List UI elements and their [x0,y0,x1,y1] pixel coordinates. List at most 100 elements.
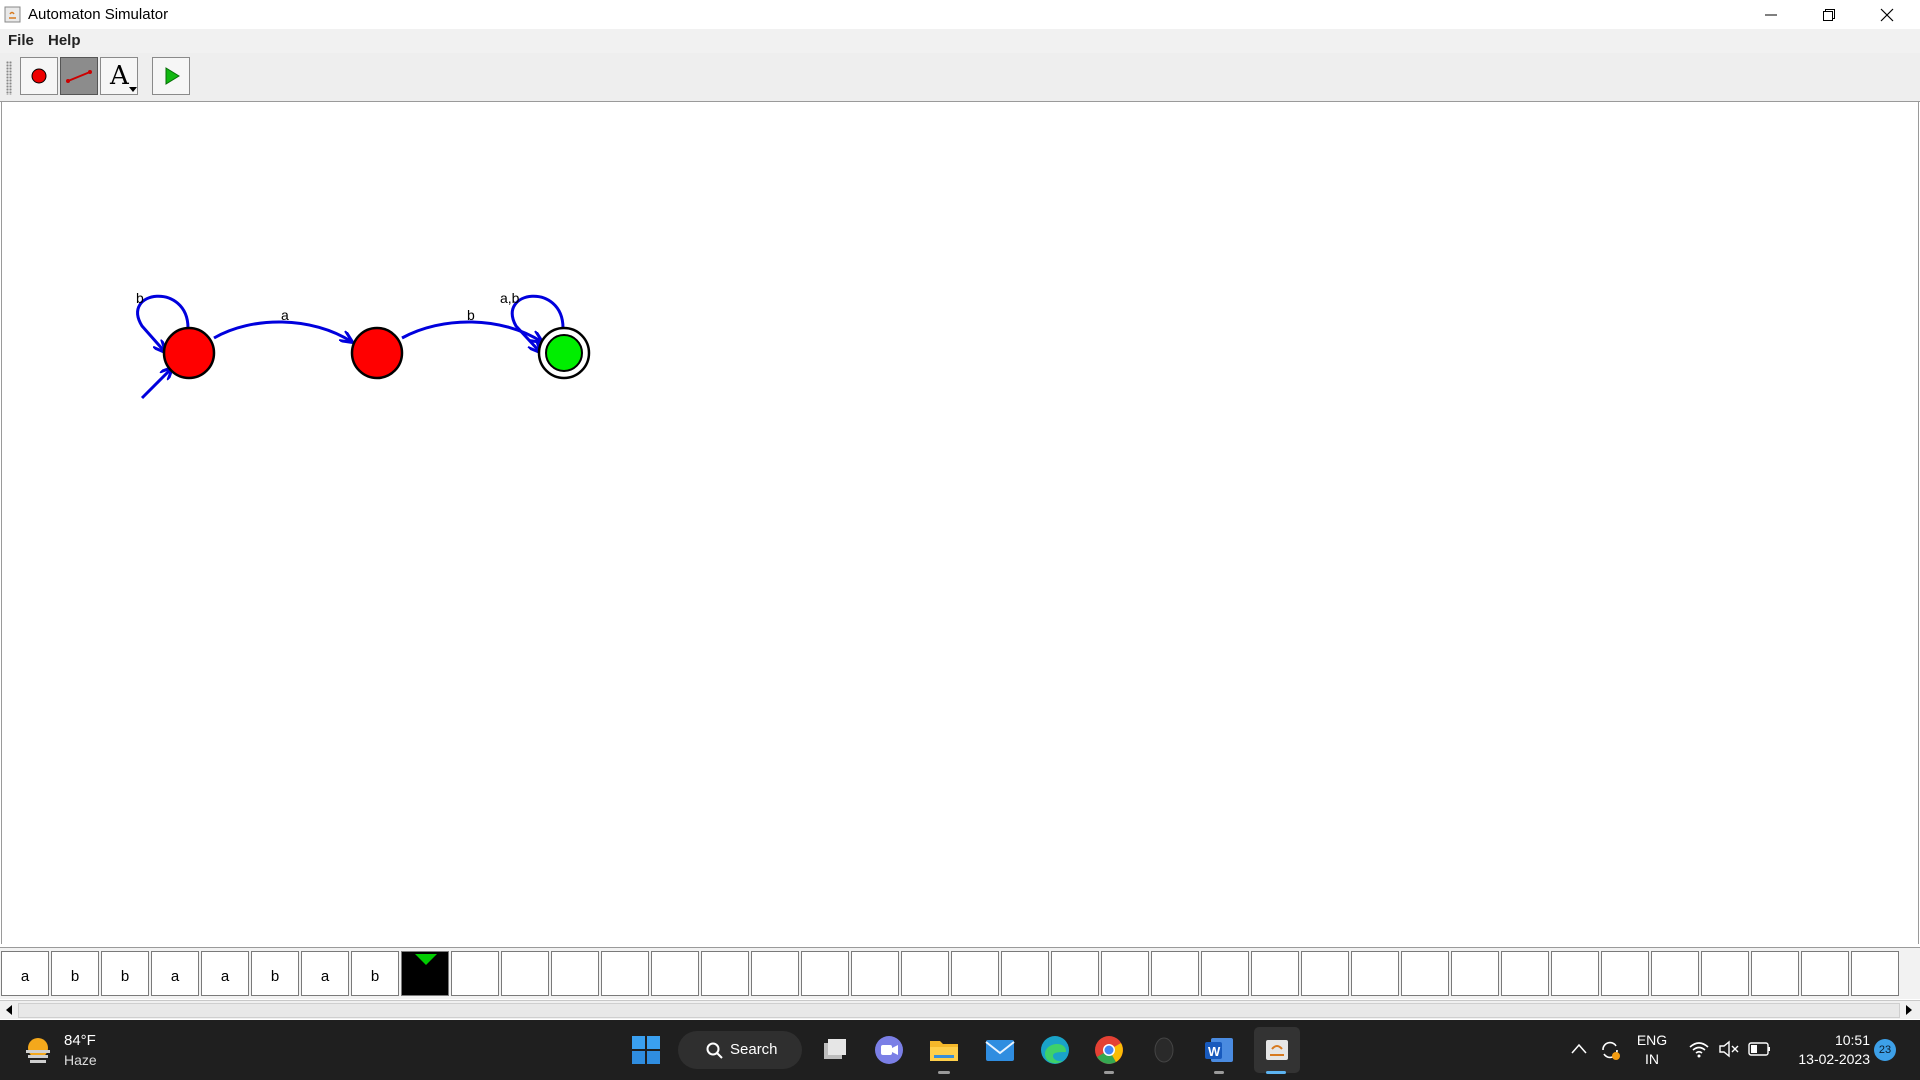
edge-browser-icon[interactable] [1035,1030,1075,1070]
menu-help[interactable]: Help [48,32,81,49]
volume-muted-icon[interactable] [1718,1040,1740,1058]
teams-chat-icon[interactable] [869,1030,909,1070]
alien-app-icon[interactable] [1144,1030,1184,1070]
tape-cell[interactable] [851,951,899,996]
automaton-canvas[interactable]: b a b a,b [1,102,1919,944]
windows-start-icon[interactable] [626,1030,666,1070]
tape-cell[interactable]: b [351,951,399,996]
toolbar-grip[interactable] [6,61,12,95]
tape-cell[interactable] [1151,951,1199,996]
scroll-right-button[interactable] [1900,1001,1918,1019]
tape-cell[interactable] [601,951,649,996]
java-icon [1266,1040,1288,1060]
active-app-indicator [1266,1071,1286,1074]
tape-cell[interactable] [501,951,549,996]
run-icon [165,67,180,85]
clock-date[interactable]: 13-02-2023 [1786,1051,1870,1067]
tape-cell[interactable] [1401,951,1449,996]
tape-cell[interactable] [1551,951,1599,996]
transition-q0-q1[interactable] [213,320,352,342]
weather-temperature[interactable]: 84°F [64,1032,96,1049]
tape-cell[interactable] [751,951,799,996]
mail-icon[interactable] [980,1030,1020,1070]
taskbar-search[interactable]: Search [678,1031,802,1069]
transition-label-q1-q2: b [467,307,475,323]
weather-haze-icon[interactable] [22,1034,54,1066]
tape-cell[interactable]: b [51,951,99,996]
tape-cell[interactable] [1301,951,1349,996]
language-region[interactable]: IN [1636,1051,1668,1067]
label-tool-button[interactable]: A [100,57,138,95]
tape-cell[interactable] [1501,951,1549,996]
tape-head-marker-icon [415,954,437,965]
tape-cell[interactable] [701,951,749,996]
transition-label-q0-q0: b [136,290,144,306]
tape-cell[interactable]: a [1,951,49,996]
tape-scrollbar[interactable] [0,1000,1920,1019]
tape-cell[interactable] [451,951,499,996]
state-q0[interactable] [162,326,216,380]
task-view-icon[interactable] [815,1030,855,1070]
tape-cell[interactable] [651,951,699,996]
wifi-icon[interactable] [1688,1040,1710,1058]
add-state-tool-button[interactable] [20,57,58,95]
battery-icon[interactable] [1748,1042,1772,1056]
tape-cell[interactable] [951,951,999,996]
tape-cell[interactable] [1051,951,1099,996]
close-icon [1880,8,1894,21]
tape-cell[interactable] [1701,951,1749,996]
tape-cell[interactable]: a [201,951,249,996]
tape-cell[interactable] [1101,951,1149,996]
tape-cell[interactable] [1351,951,1399,996]
initial-state-arrow [140,368,172,400]
menu-file[interactable]: File [8,32,34,49]
tape-cell[interactable] [1851,951,1899,996]
tape-cell[interactable] [1801,951,1849,996]
weather-description[interactable]: Haze [64,1052,97,1068]
run-button[interactable] [152,57,190,95]
tape-cell[interactable]: b [101,951,149,996]
running-indicator [1214,1071,1224,1074]
show-hidden-icons-icon[interactable] [1571,1042,1587,1056]
tape-cell[interactable] [1601,951,1649,996]
add-transition-tool-button[interactable] [60,57,98,95]
tape-cell[interactable] [1001,951,1049,996]
automaton-diagram: b a b a,b [136,290,591,400]
search-label: Search [730,1041,778,1058]
tape-cell[interactable] [801,951,849,996]
tape-cell[interactable]: a [301,951,349,996]
running-indicator [938,1071,950,1074]
scroll-right-icon [1906,1005,1912,1015]
minimize-button[interactable] [1742,0,1800,29]
tape-cell[interactable] [1451,951,1499,996]
transition-label-q2-q2: a,b [500,290,520,306]
tape-head-cell[interactable] [401,951,449,996]
running-indicator [1104,1071,1114,1074]
notification-badge[interactable]: 23 [1874,1039,1896,1061]
tape-cell[interactable] [901,951,949,996]
svg-text:W: W [1208,1044,1221,1059]
tape-cell[interactable] [1751,951,1799,996]
tape-cell[interactable] [1201,951,1249,996]
tape-cell[interactable]: a [151,951,199,996]
java-taskbar-button[interactable] [1254,1027,1300,1073]
tape-cell[interactable] [1651,951,1699,996]
clock-time[interactable]: 10:51 [1820,1032,1870,1048]
state-q2[interactable] [545,334,583,372]
scroll-thumb[interactable] [18,1003,1900,1018]
file-explorer-icon[interactable] [924,1030,964,1070]
state-q1[interactable] [350,326,404,380]
chrome-browser-icon[interactable] [1089,1030,1129,1070]
scroll-left-button[interactable] [0,1001,18,1019]
tape-cell[interactable] [551,951,599,996]
close-button[interactable] [1858,0,1916,29]
sync-icon[interactable] [1598,1038,1622,1062]
title-bar: Automaton Simulator [0,0,1920,29]
tape-cell[interactable] [1251,951,1299,996]
restore-button[interactable] [1800,0,1858,29]
dropdown-triangle-icon [129,87,137,92]
word-icon[interactable]: W [1199,1030,1239,1070]
tape-cell[interactable]: b [251,951,299,996]
transition-label-q0-q1: a [281,307,289,323]
language-code[interactable]: ENG [1636,1032,1668,1048]
